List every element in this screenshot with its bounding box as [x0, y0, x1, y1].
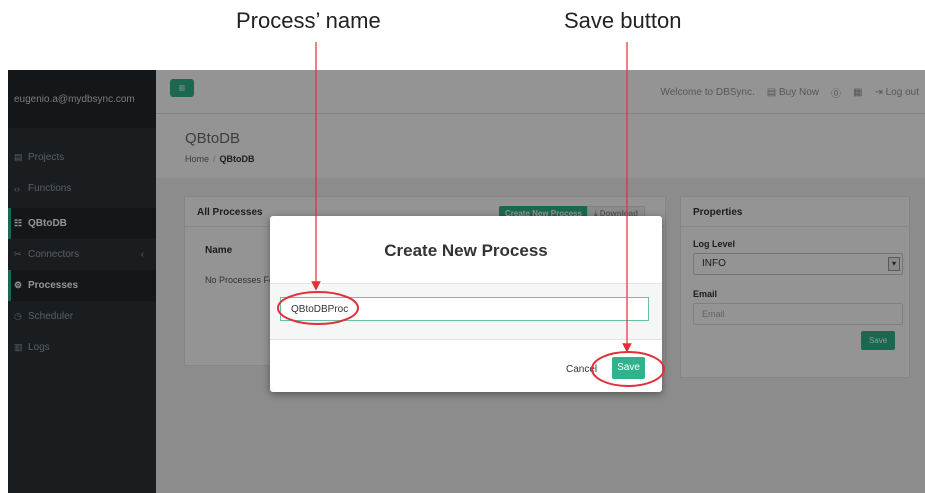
screenshot-root: Process’ name Save button eugenio.a@mydb…: [0, 0, 925, 493]
create-process-modal: Create New Process QBtoDBProc Cancel Sav…: [270, 216, 662, 392]
caption-save-button: Save button: [564, 8, 682, 33]
cancel-button[interactable]: Cancel: [566, 364, 597, 375]
save-button[interactable]: Save: [612, 357, 645, 379]
modal-body: QBtoDBProc: [270, 283, 662, 340]
caption-process-name: Process’ name: [236, 8, 381, 33]
modal-title: Create New Process: [384, 241, 548, 260]
process-name-input[interactable]: QBtoDBProc: [280, 297, 649, 321]
